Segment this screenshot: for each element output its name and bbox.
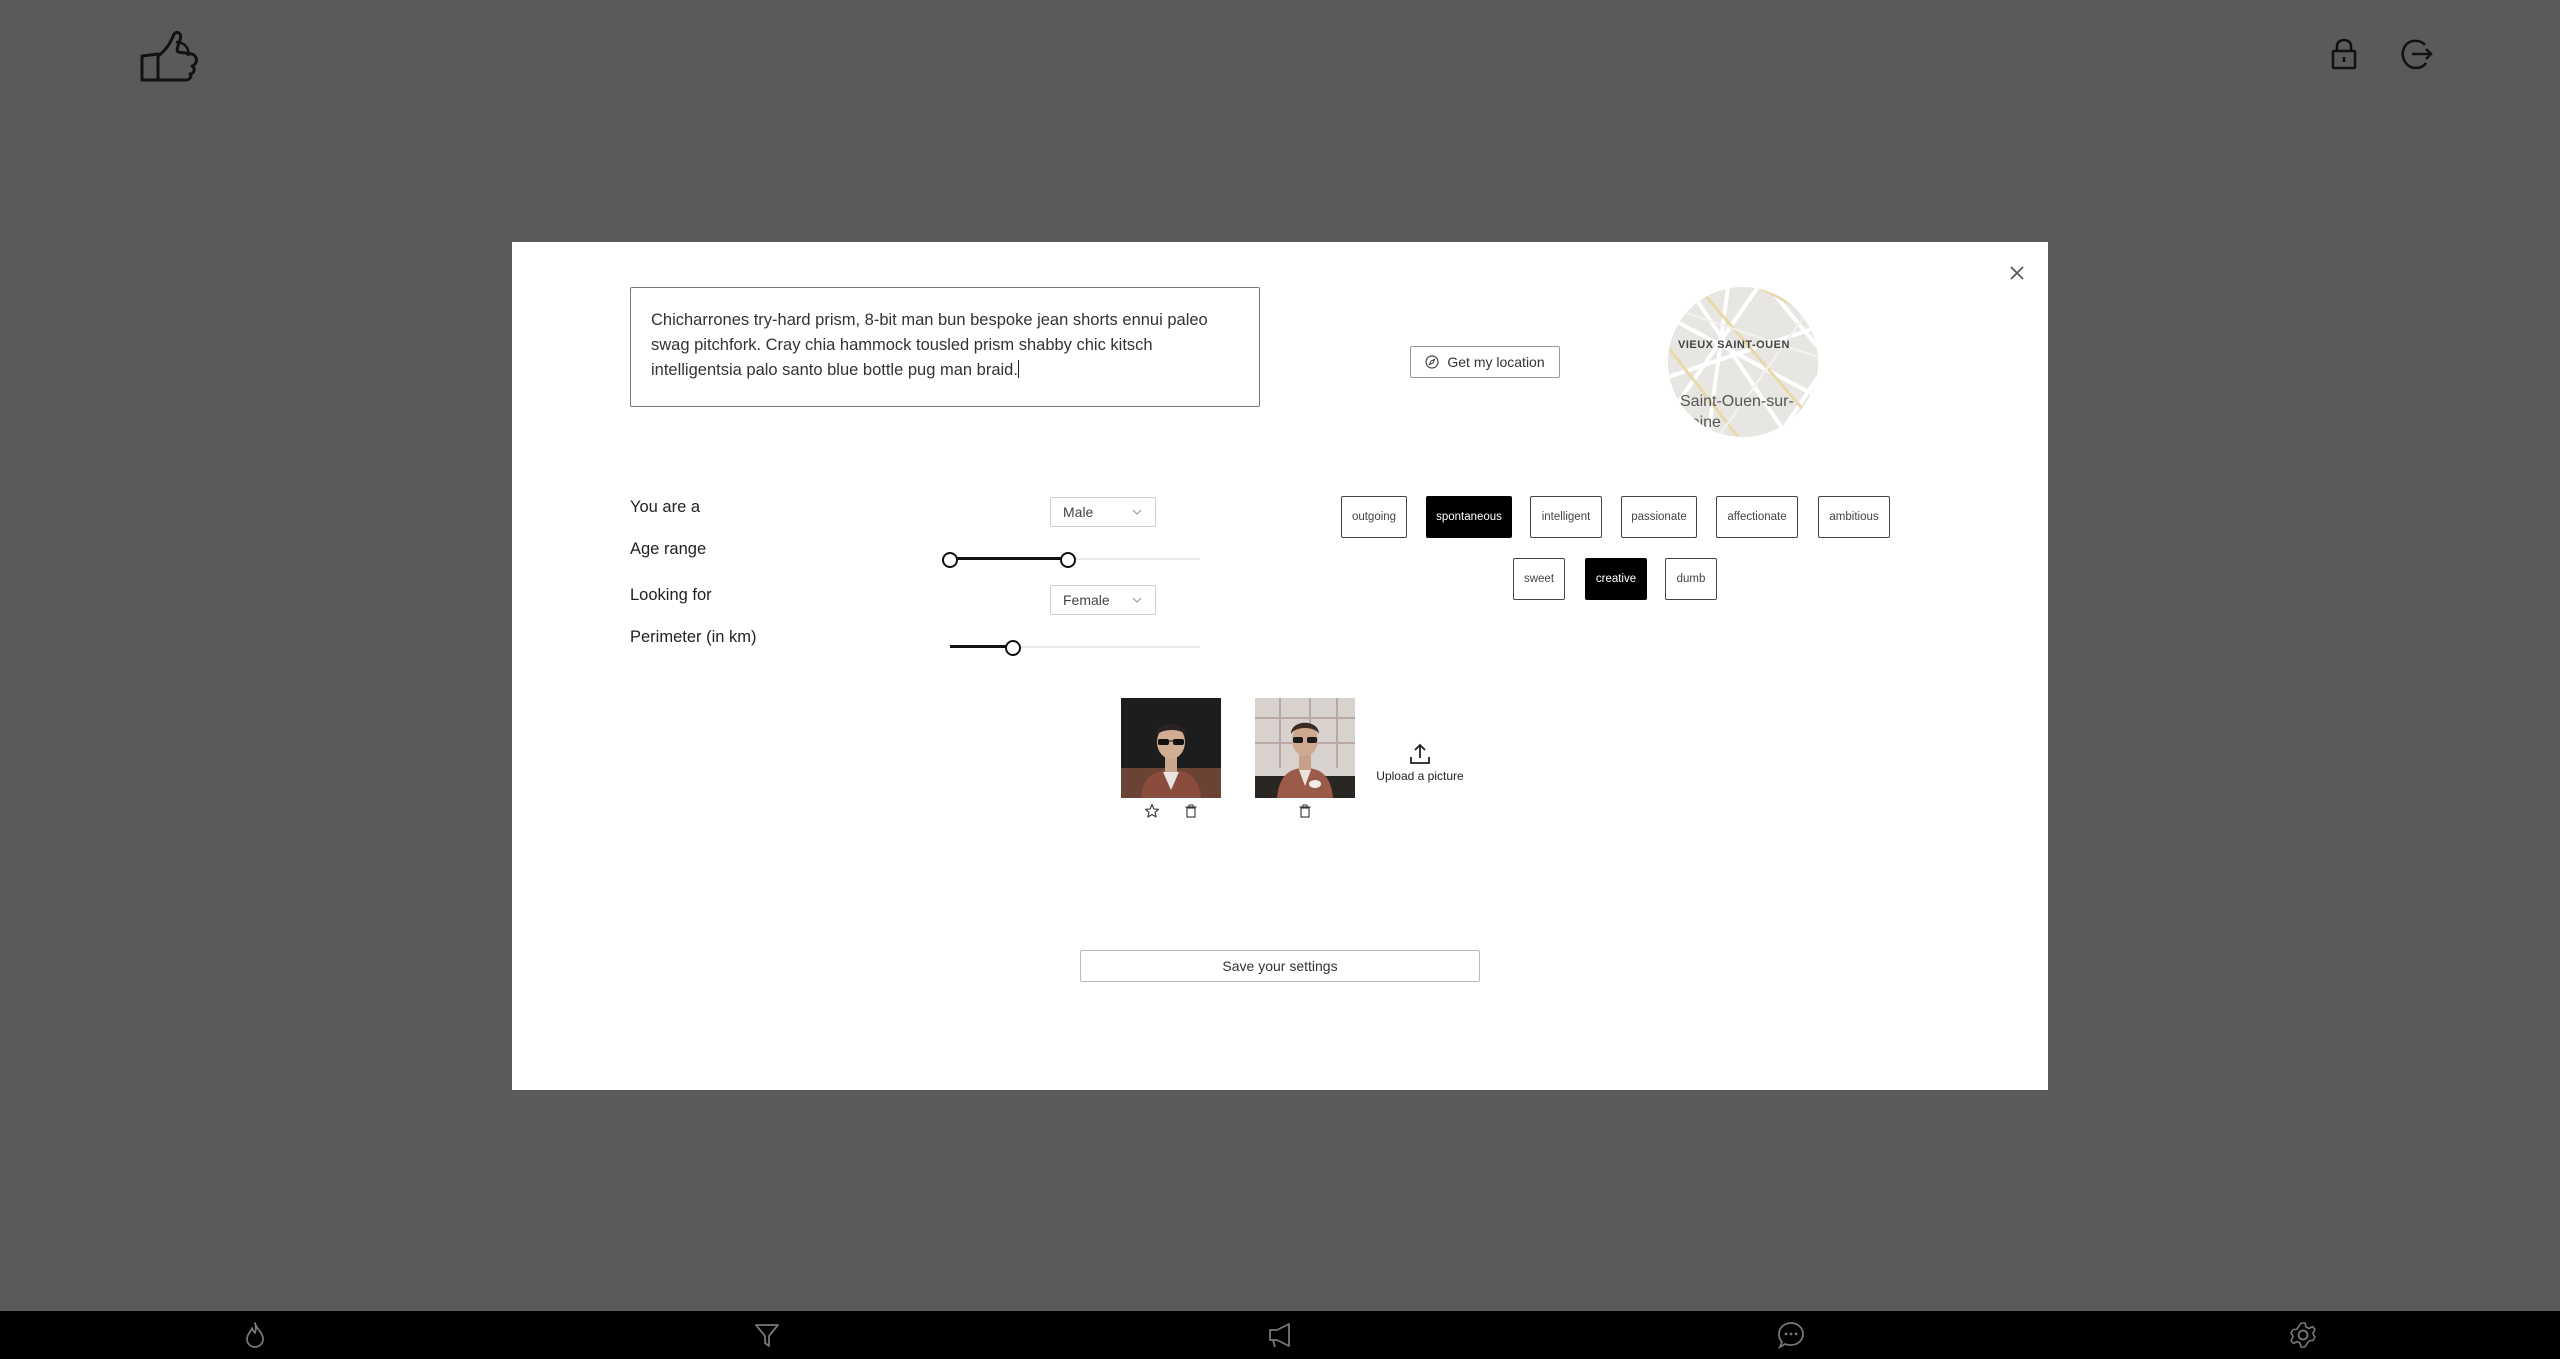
tag-dumb[interactable]: dumb (1665, 558, 1717, 600)
thumbs-up-hand-icon[interactable] (138, 28, 200, 84)
upload-picture-label: Upload a picture (1376, 769, 1464, 783)
age-max-handle[interactable] (1059, 552, 1076, 568)
slider-track (950, 645, 1013, 648)
map-city-label: Saint-Ouen-sur-Seine (1680, 393, 1794, 431)
person-photo (1255, 698, 1355, 798)
lock-icon[interactable] (2326, 36, 2362, 72)
megaphone-icon[interactable] (1264, 1320, 1294, 1350)
gender-select[interactable]: Male (1050, 497, 1156, 527)
age-min-handle[interactable] (942, 552, 958, 568)
tag-ambitious[interactable]: ambitious (1818, 496, 1890, 538)
chat-icon[interactable] (1776, 1320, 1806, 1350)
save-settings-label: Save your settings (1222, 958, 1338, 974)
perimeter-handle[interactable] (1004, 640, 1021, 656)
tag-label: outgoing (1351, 511, 1397, 523)
logout-icon[interactable] (2398, 36, 2434, 72)
looking-for-select[interactable]: Female (1050, 585, 1156, 615)
age-range-label: Age range (630, 540, 707, 558)
tag-label: ambitious (1829, 511, 1879, 523)
get-location-label: Get my location (1447, 354, 1545, 370)
tag-intelligent[interactable]: intelligent (1530, 496, 1602, 538)
upload-icon (1410, 743, 1430, 764)
bottom-nav (0, 1311, 2560, 1359)
trash-icon[interactable] (1297, 803, 1313, 819)
profile-picture-1[interactable] (1121, 698, 1221, 798)
tag-passionate[interactable]: passionate (1621, 496, 1697, 538)
age-range-slider[interactable] (942, 549, 1200, 569)
slider-track (950, 557, 1068, 560)
trash-icon[interactable] (1183, 803, 1199, 819)
location-map[interactable]: VIEUX SAINT-OUEN Saint-Ouen-sur-Seine (1668, 287, 1818, 437)
tag-label: spontaneous (1436, 511, 1502, 523)
close-icon[interactable] (2006, 262, 2028, 284)
tag-label: dumb (1676, 573, 1706, 585)
bio-textarea[interactable]: Chicharrones try-hard prism, 8-bit man b… (630, 287, 1260, 407)
profile-picture-2[interactable] (1255, 698, 1355, 798)
text-caret (1017, 360, 1019, 378)
compass-icon (1425, 355, 1439, 369)
map-area-label: VIEUX SAINT-OUEN (1678, 339, 1790, 351)
person-photo (1121, 698, 1221, 798)
perimeter-slider[interactable] (950, 637, 1200, 657)
tag-label: passionate (1631, 511, 1687, 523)
tag-label: sweet (1523, 573, 1555, 585)
gender-label: You are a (630, 498, 701, 516)
tag-creative[interactable]: creative (1585, 558, 1647, 600)
tag-label: affectionate (1727, 511, 1787, 523)
tag-outgoing[interactable]: outgoing (1341, 496, 1407, 538)
top-bar (0, 0, 2560, 120)
chevron-down-icon (1132, 597, 1142, 603)
tag-label: intelligent (1541, 511, 1591, 523)
bio-text: Chicharrones try-hard prism, 8-bit man b… (651, 311, 1208, 379)
chevron-down-icon (1132, 509, 1142, 515)
save-settings-button[interactable]: Save your settings (1080, 950, 1480, 982)
gear-icon[interactable] (2288, 1320, 2318, 1350)
gender-value: Male (1063, 504, 1094, 520)
looking-for-label: Looking for (630, 586, 712, 604)
tag-label: creative (1595, 573, 1637, 585)
tag-sweet[interactable]: sweet (1513, 558, 1565, 600)
tag-spontaneous[interactable]: spontaneous (1426, 496, 1512, 538)
flame-icon[interactable] (240, 1320, 270, 1350)
filter-icon[interactable] (752, 1320, 782, 1350)
looking-for-value: Female (1063, 592, 1110, 608)
star-icon[interactable] (1144, 803, 1160, 819)
tag-affectionate[interactable]: affectionate (1716, 496, 1798, 538)
perimeter-label: Perimeter (in km) (630, 628, 757, 646)
settings-modal: Chicharrones try-hard prism, 8-bit man b… (512, 242, 2048, 1090)
upload-picture-button[interactable]: Upload a picture (1370, 742, 1470, 783)
get-location-button[interactable]: Get my location (1410, 346, 1560, 378)
